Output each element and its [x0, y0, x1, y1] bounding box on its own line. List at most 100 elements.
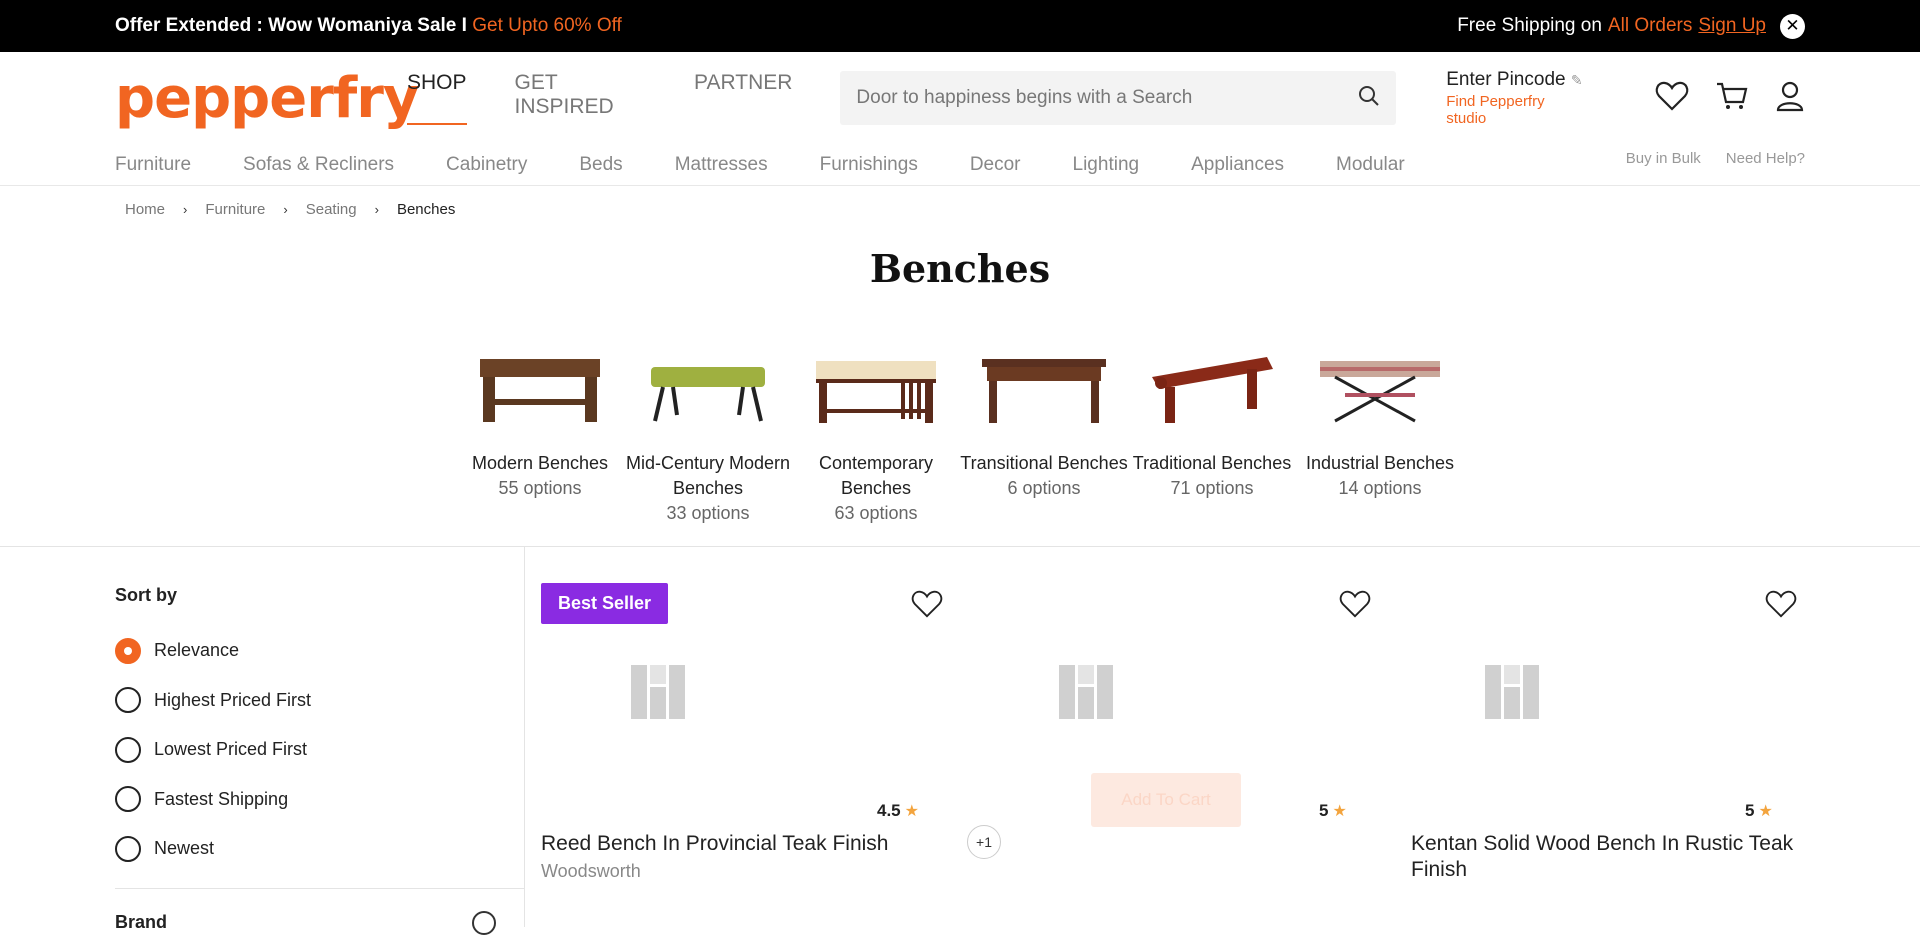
- sort-label: Highest Priced First: [154, 689, 312, 710]
- cat-furniture[interactable]: Furniture: [115, 154, 191, 176]
- subcat-name: Modern Benches: [471, 453, 609, 473]
- subcat-mid-century[interactable]: Mid-Century Modern Benches 33 options: [624, 343, 792, 526]
- product-card[interactable]: Add To Cart 5 ★: [967, 547, 1393, 927]
- subcat-count: 14 options: [1338, 478, 1422, 498]
- product-rating: 4.5 ★: [877, 801, 919, 821]
- rating-value: 4.5: [877, 801, 901, 820]
- heart-icon[interactable]: [1655, 80, 1689, 117]
- brand-filter[interactable]: Brand: [115, 910, 524, 935]
- subcat-count: 63 options: [834, 503, 918, 523]
- cat-mattresses[interactable]: Mattresses: [675, 154, 768, 176]
- wishlist-heart-icon[interactable]: [1339, 589, 1371, 624]
- product-rating: 5 ★: [1319, 801, 1347, 821]
- bench-image: [792, 343, 960, 435]
- search-icon[interactable]: [1358, 85, 1380, 112]
- nav-shop[interactable]: SHOP: [407, 71, 467, 125]
- product-grid: Best Seller 4.5 ★ Reed Bench In Provincia…: [525, 547, 1920, 927]
- expand-toggle-icon[interactable]: [472, 910, 496, 935]
- bench-image: [1128, 343, 1296, 435]
- need-help-link[interactable]: Need Help?: [1726, 150, 1805, 167]
- breadcrumb: Home › Furniture › Seating › Benches: [0, 186, 1920, 232]
- subcat-contemporary[interactable]: Contemporary Benches 63 options: [792, 343, 960, 526]
- sort-option-lowest[interactable]: Lowest Priced First: [115, 725, 524, 775]
- radio-unchecked[interactable]: [115, 786, 141, 813]
- cat-lighting[interactable]: Lighting: [1073, 154, 1140, 176]
- subcat-name: Industrial Benches: [1305, 453, 1455, 473]
- radio-unchecked[interactable]: [115, 835, 141, 862]
- cart-icon[interactable]: [1715, 80, 1749, 117]
- star-icon: ★: [1332, 803, 1347, 820]
- offer-text-group: Offer Extended : Wow Womaniya Sale I Get…: [115, 15, 622, 37]
- nav-partner[interactable]: PARTNER: [694, 71, 792, 125]
- wishlist-heart-icon[interactable]: [1765, 589, 1797, 624]
- sidebar-divider: [115, 887, 524, 889]
- subcat-count: 6 options: [1007, 478, 1081, 498]
- breadcrumb-current: Benches: [396, 200, 456, 218]
- breadcrumb-home[interactable]: Home: [125, 201, 165, 218]
- signup-link[interactable]: Sign Up: [1698, 15, 1766, 37]
- chevron-right-icon: ›: [374, 201, 379, 217]
- offer-highlight[interactable]: Get Upto 60% Off: [472, 15, 622, 36]
- cat-cabinetry[interactable]: Cabinetry: [446, 154, 527, 176]
- product-card[interactable]: Best Seller 4.5 ★ Reed Bench In Provincia…: [541, 547, 1001, 927]
- cat-beds[interactable]: Beds: [579, 154, 622, 176]
- chevron-right-icon: ›: [183, 201, 188, 217]
- sort-label: Newest: [154, 838, 215, 859]
- find-studio-link[interactable]: Find Pepperfry studio: [1446, 93, 1583, 127]
- subcat-modern[interactable]: Modern Benches 55 options: [456, 343, 624, 526]
- sort-title: Sort by: [115, 585, 178, 605]
- subcat-industrial[interactable]: Industrial Benches 14 options: [1296, 343, 1464, 526]
- pincode-label[interactable]: Enter Pincode ✎: [1446, 69, 1583, 91]
- wishlist-heart-icon[interactable]: [911, 589, 943, 624]
- search-input[interactable]: [856, 87, 1357, 109]
- subcat-name: Transitional Benches: [960, 453, 1128, 473]
- subcat-count: 33 options: [666, 503, 750, 523]
- breadcrumb-furniture[interactable]: Furniture: [205, 201, 265, 218]
- filter-sidebar: Sort by Relevance Highest Priced First L…: [0, 547, 525, 935]
- cat-appliances[interactable]: Appliances: [1191, 154, 1284, 176]
- bench-image: [456, 343, 624, 435]
- sort-option-newest[interactable]: Newest: [115, 824, 524, 874]
- subcat-name: Contemporary Benches: [818, 453, 934, 498]
- nav-get-inspired[interactable]: GET INSPIRED: [515, 71, 646, 125]
- cat-decor[interactable]: Decor: [970, 154, 1021, 176]
- product-title[interactable]: Reed Bench In Provincial Teak Finish: [541, 831, 888, 857]
- user-icon[interactable]: [1775, 80, 1805, 117]
- bench-image: [624, 343, 792, 435]
- add-to-cart-button[interactable]: Add To Cart: [1091, 773, 1241, 827]
- radio-checked[interactable]: [115, 637, 141, 664]
- rating-value: 5: [1319, 801, 1329, 820]
- radio-unchecked[interactable]: [115, 687, 141, 714]
- cat-sofas[interactable]: Sofas & Recliners: [243, 154, 394, 176]
- main-nav: SHOP GET INSPIRED PARTNER: [407, 71, 792, 125]
- buy-in-bulk-link[interactable]: Buy in Bulk: [1626, 150, 1701, 167]
- category-nav: Furniture Sofas & Recliners Cabinetry Be…: [0, 144, 1920, 186]
- image-placeholder-icon: [631, 665, 685, 724]
- subcategory-strip: Modern Benches 55 options Mid-Century Mo…: [0, 343, 1920, 526]
- subcat-traditional[interactable]: Traditional Benches 71 options: [1128, 343, 1296, 526]
- radio-unchecked[interactable]: [115, 736, 141, 763]
- sort-label: Relevance: [154, 640, 240, 661]
- subcat-count: 71 options: [1170, 478, 1254, 498]
- product-card[interactable]: 5 ★ Kentan Solid Wood Bench In Rustic Tea…: [1393, 547, 1819, 927]
- subcat-count: 55 options: [498, 478, 582, 498]
- product-title[interactable]: Kentan Solid Wood Bench In Rustic Teak F…: [1411, 831, 1801, 883]
- sort-option-highest[interactable]: Highest Priced First: [115, 676, 524, 726]
- cat-modular[interactable]: Modular: [1336, 154, 1405, 176]
- star-icon: ★: [904, 803, 919, 820]
- bench-image: [960, 343, 1128, 435]
- pincode-widget[interactable]: Enter Pincode ✎ Find Pepperfry studio: [1446, 69, 1583, 127]
- breadcrumb-seating[interactable]: Seating: [306, 201, 357, 218]
- close-icon[interactable]: ✕: [1780, 13, 1805, 39]
- cat-furnishings[interactable]: Furnishings: [820, 154, 918, 176]
- bench-image: [1296, 343, 1464, 435]
- edit-icon: ✎: [1570, 72, 1583, 88]
- subcat-transitional[interactable]: Transitional Benches 6 options: [960, 343, 1128, 526]
- pepperfry-logo[interactable]: pepperfry: [115, 66, 419, 131]
- sort-label: Lowest Priced First: [154, 739, 308, 760]
- sort-option-fastest[interactable]: Fastest Shipping: [115, 775, 524, 825]
- subcat-name: Mid-Century Modern Benches: [625, 453, 791, 498]
- sort-option-relevance[interactable]: Relevance: [115, 626, 524, 676]
- offer-text: Offer Extended : Wow Womaniya Sale I: [115, 15, 467, 36]
- product-brand[interactable]: Woodsworth: [541, 861, 641, 882]
